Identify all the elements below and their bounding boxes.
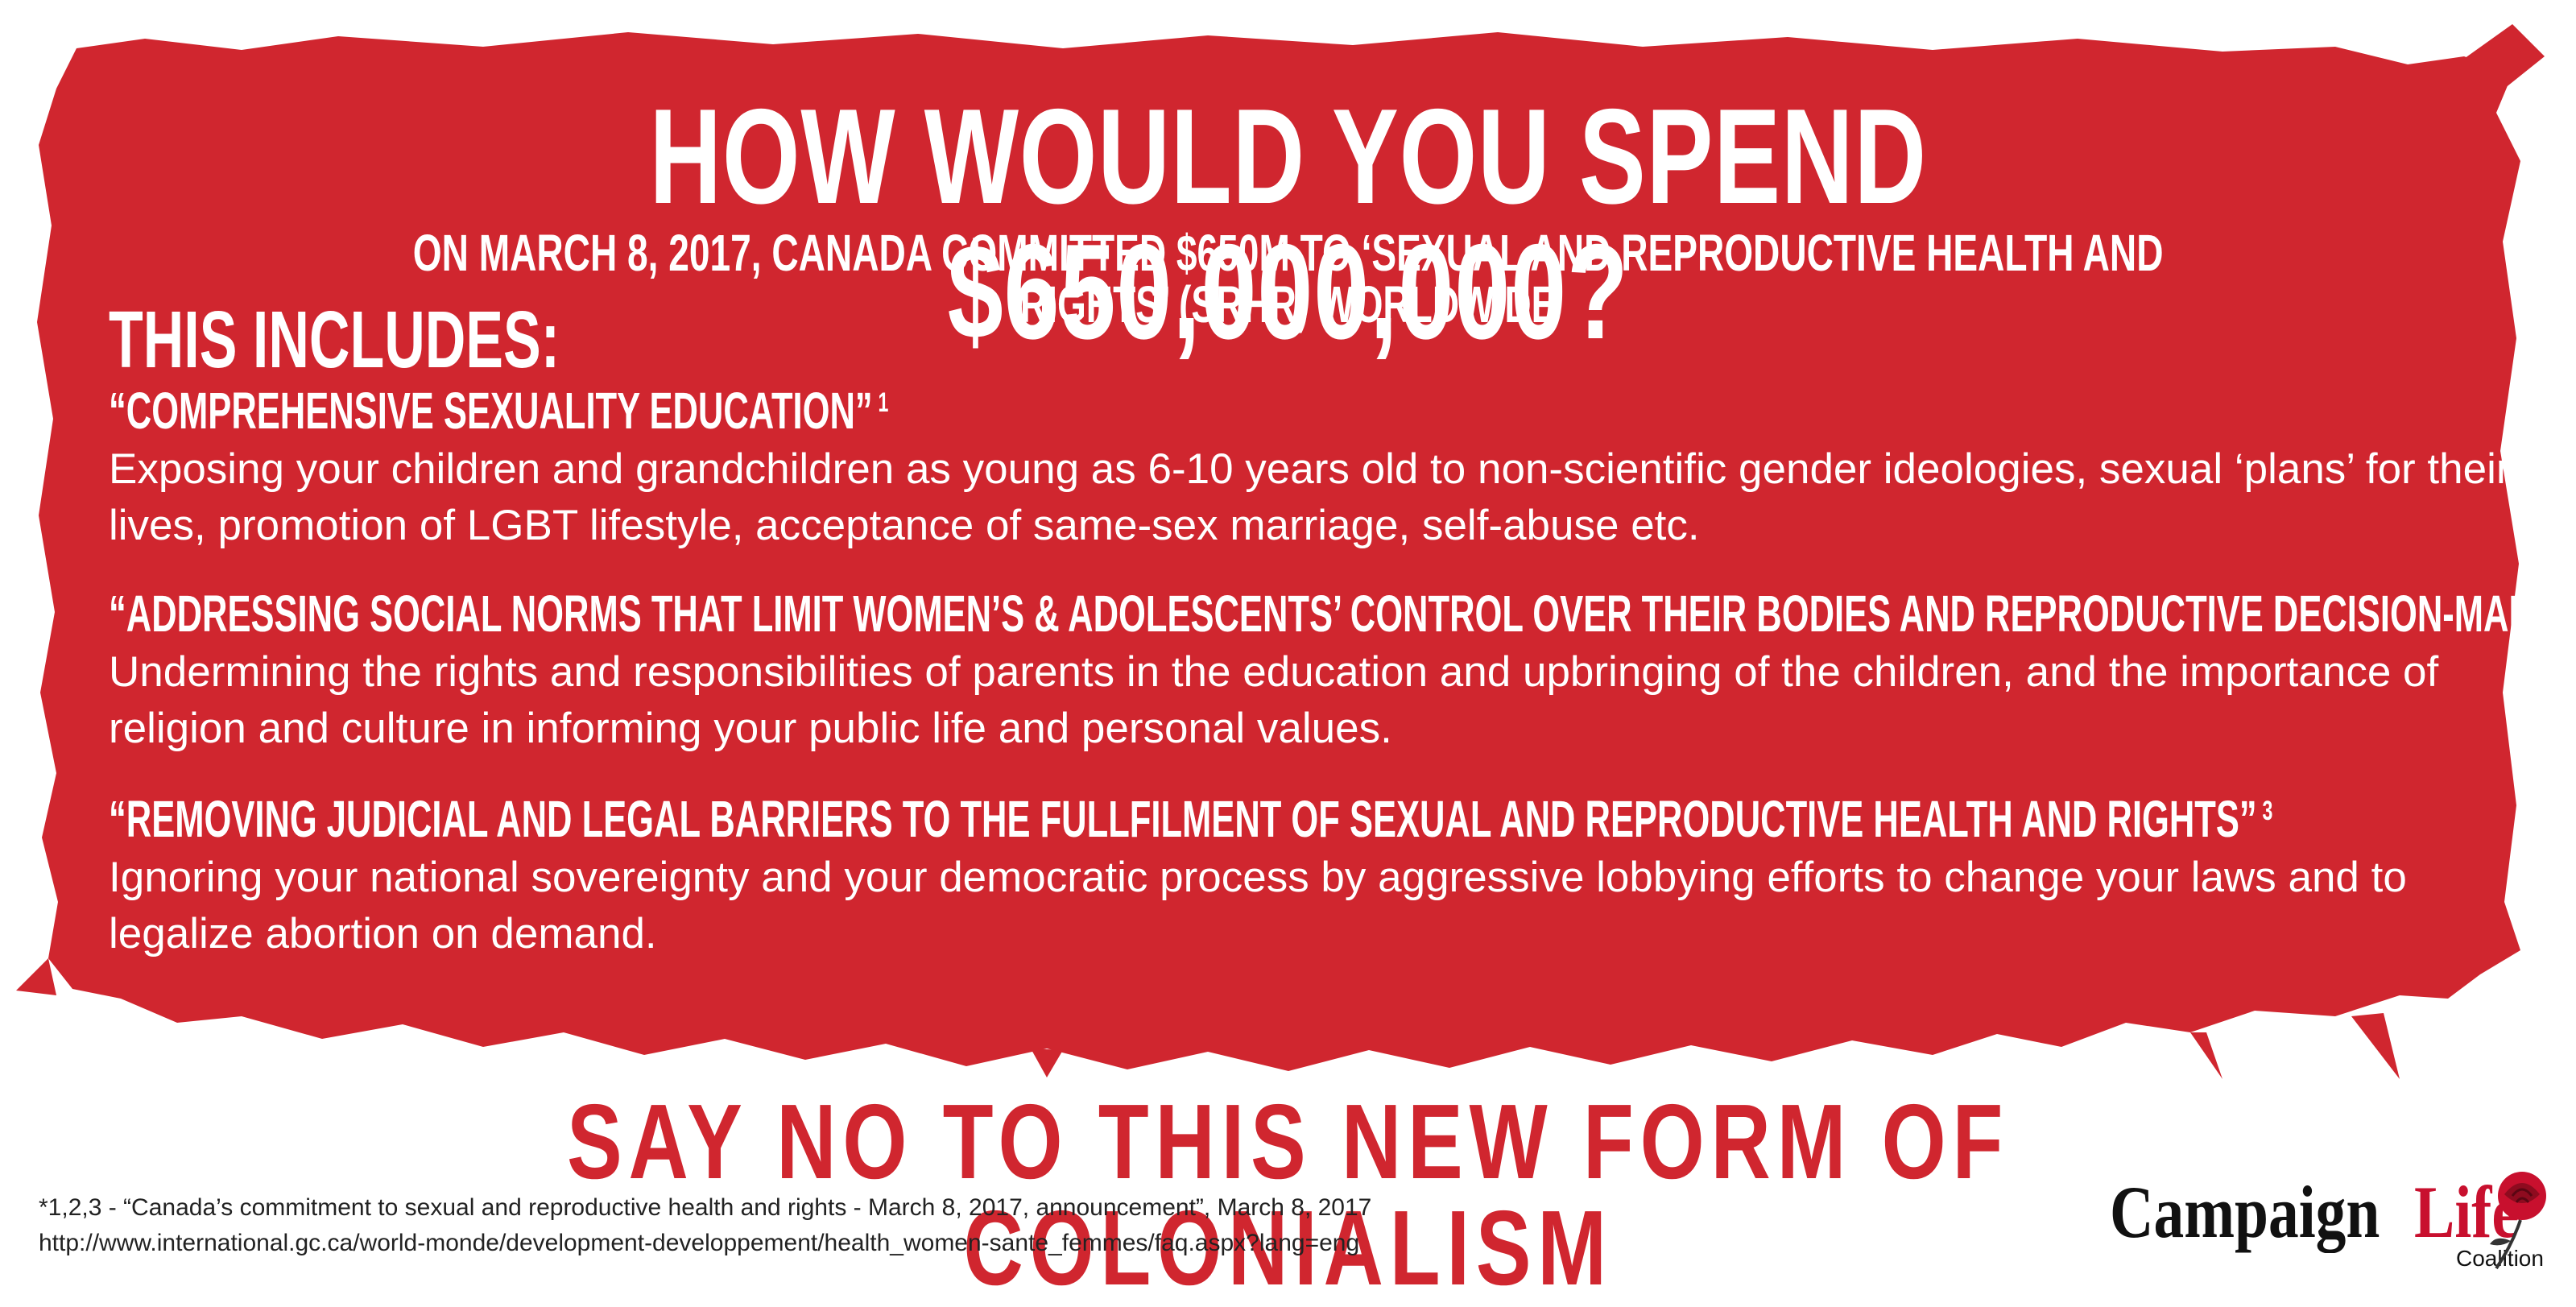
item-3-body: Ignoring your national sovereignty and y… [109, 854, 2407, 958]
footnote-url[interactable]: http://www.international.gc.ca/world-mon… [39, 1226, 1371, 1261]
item-2-heading-text: “ADDRESSING SOCIAL NORMS THAT LIMIT WOME… [109, 585, 2576, 643]
item-1-heading-text: “COMPREHENSIVE SEXUALITY EDUCATION” [109, 382, 873, 440]
subheadline: ON MARCH 8, 2017, CANADA COMMITTED $650M… [412, 224, 2164, 333]
item-1-heading: “COMPREHENSIVE SEXUALITY EDUCATION” 1 [109, 385, 888, 436]
item-1-ref: 1 [878, 387, 889, 418]
footnote: *1,2,3 - “Canada’s commitment to sexual … [39, 1190, 1371, 1261]
rose-icon [2490, 1172, 2546, 1270]
includes-label: THIS INCLUDES: [109, 295, 560, 385]
footnote-citation: *1,2,3 - “Canada’s commitment to sexual … [39, 1194, 1372, 1221]
item-3-heading-text: “REMOVING JUDICIAL AND LEGAL BARRIERS TO… [109, 790, 2257, 848]
item-1-body: Exposing your children and grandchildren… [109, 445, 2511, 549]
campaign-life-logo: Campaign Life Coalition [2110, 1164, 2561, 1272]
item-2-heading: “ADDRESSING SOCIAL NORMS THAT LIMIT WOME… [109, 588, 2576, 639]
item-3-ref: 3 [2262, 796, 2273, 826]
item-3-heading: “REMOVING JUDICIAL AND LEGAL BARRIERS TO… [109, 793, 2272, 845]
logo-word-campaign: Campaign [2110, 1171, 2380, 1253]
item-2-body: Undermining the rights and responsibilit… [109, 648, 2439, 752]
